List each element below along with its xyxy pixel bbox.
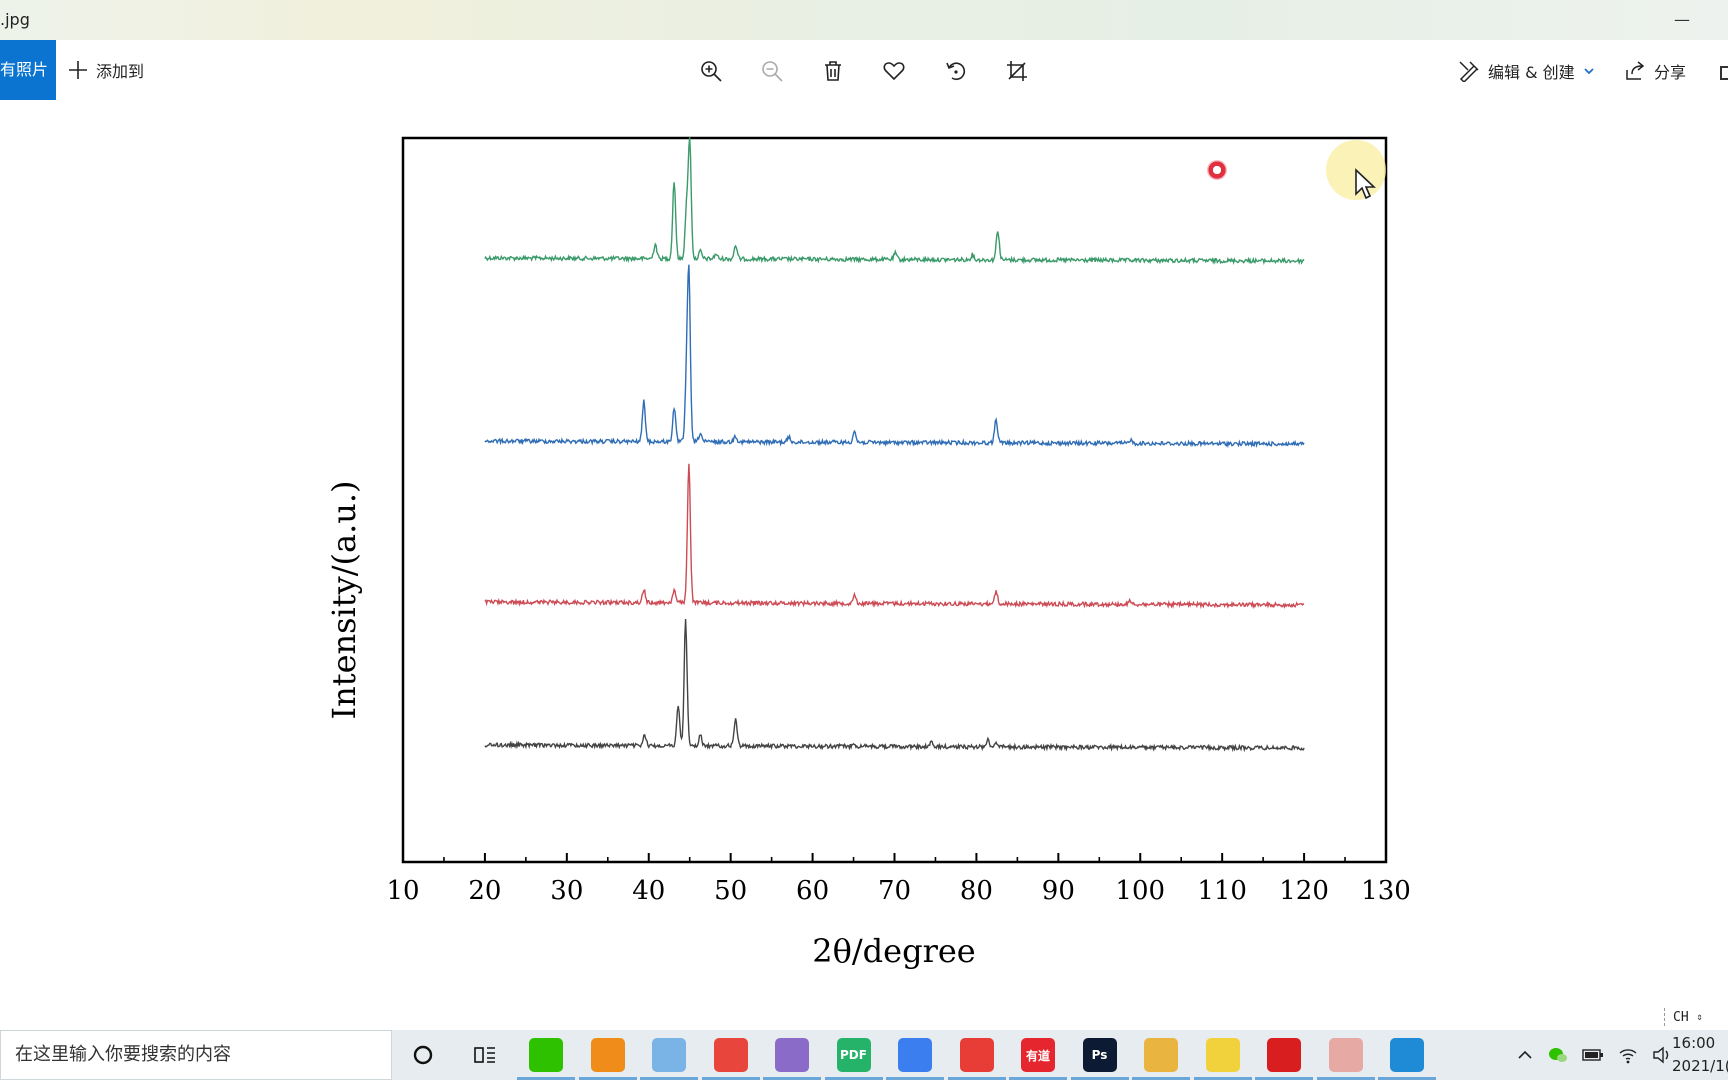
heart-icon bbox=[883, 62, 905, 81]
x-tick-label: 110 bbox=[1197, 876, 1247, 906]
favorite-button[interactable] bbox=[877, 54, 911, 88]
edit-create-icon bbox=[1459, 61, 1479, 82]
file-explorer-window-icon[interactable] bbox=[652, 1038, 686, 1072]
pdf-app-icon[interactable]: PDF bbox=[836, 1038, 871, 1072]
share-button[interactable]: 分享 bbox=[1624, 56, 1686, 86]
task-view-icon[interactable] bbox=[468, 1038, 502, 1072]
system-tray bbox=[1516, 1030, 1672, 1080]
ime-indicator[interactable]: CH ⇕ bbox=[1664, 1005, 1728, 1029]
cortana-icon[interactable] bbox=[406, 1038, 440, 1072]
share-label: 分享 bbox=[1654, 63, 1687, 82]
zoom-out-icon bbox=[762, 61, 783, 82]
series-line-2 bbox=[484, 463, 1305, 610]
image-viewer-canvas: 10 20 30 40 50 60 70 80 90 100 110 120 130 2θ/degree… bbox=[0, 100, 1728, 1030]
youdao-icon[interactable]: 有道 bbox=[1021, 1038, 1055, 1072]
clock-time: 16:00 bbox=[1672, 1034, 1716, 1052]
crop-button[interactable] bbox=[1000, 54, 1034, 88]
x-tick-label: 20 bbox=[468, 876, 501, 906]
record-indicator-icon bbox=[1207, 160, 1227, 180]
chrome-icon[interactable] bbox=[713, 1038, 748, 1072]
x-tick-label: 90 bbox=[1042, 876, 1075, 906]
zoom-out-button[interactable] bbox=[755, 54, 789, 88]
edit-create-label: 编辑 & 创建 bbox=[1488, 63, 1575, 82]
plus-icon bbox=[69, 61, 87, 79]
x-tick-label: 50 bbox=[714, 876, 747, 906]
x-tick-label: 60 bbox=[796, 876, 829, 906]
series-line-0 bbox=[484, 137, 1305, 266]
delete-button[interactable] bbox=[816, 54, 850, 88]
title-bar: .jpg — bbox=[0, 0, 1728, 40]
wechat-icon[interactable] bbox=[529, 1038, 563, 1072]
search-tool-icon[interactable] bbox=[590, 1038, 625, 1072]
xrd-chart: 10 20 30 40 50 60 70 80 90 100 110 120 130 2θ/degree… bbox=[325, 136, 1411, 970]
all-photos-button[interactable]: 有照片 bbox=[0, 40, 56, 100]
share-icon bbox=[1626, 61, 1645, 80]
chevron-down-icon bbox=[1584, 68, 1594, 75]
mouse-pointer-icon bbox=[1355, 168, 1376, 200]
x-tick-label: 10 bbox=[386, 876, 419, 906]
trash-icon bbox=[825, 61, 841, 81]
wifi-icon[interactable] bbox=[1618, 1046, 1638, 1064]
folder-icon[interactable] bbox=[1144, 1038, 1178, 1072]
zoom-in-icon bbox=[701, 61, 722, 82]
netease-music-icon[interactable] bbox=[959, 1038, 994, 1072]
rotate-button[interactable] bbox=[939, 54, 973, 88]
x-tick-label: 80 bbox=[960, 876, 993, 906]
ime-label: CH bbox=[1673, 1009, 1689, 1025]
ime-toggle-icon: ⇕ bbox=[1696, 1011, 1703, 1023]
taskbar-search-input[interactable]: 在这里输入你要搜索的内容 bbox=[0, 1030, 392, 1080]
plot-frame bbox=[401, 136, 1388, 864]
photos-app-icon[interactable] bbox=[1390, 1038, 1424, 1072]
all-photos-label: 有照片 bbox=[0, 60, 49, 79]
x-tick-label: 120 bbox=[1279, 876, 1329, 906]
zoom-in-button[interactable] bbox=[694, 54, 728, 88]
clock-date: 2021/1( bbox=[1672, 1057, 1728, 1075]
feishu-docs-icon[interactable] bbox=[898, 1038, 932, 1072]
minimize-button[interactable]: — bbox=[1664, 6, 1700, 34]
x-tick-label: 70 bbox=[878, 876, 911, 906]
taskbar-clock[interactable]: 16:00 2021/1( bbox=[1672, 1032, 1728, 1078]
volume-icon[interactable] bbox=[1652, 1046, 1672, 1064]
photoshop-icon[interactable]: Ps bbox=[1082, 1038, 1117, 1072]
x-axis-title: 2θ/degree bbox=[812, 932, 975, 970]
more-button-edge[interactable] bbox=[1720, 66, 1728, 80]
x-tick-label: 130 bbox=[1361, 876, 1411, 906]
x-tick-label: 30 bbox=[550, 876, 583, 906]
rotate-icon bbox=[946, 62, 966, 81]
avatar-app-icon[interactable] bbox=[1328, 1038, 1363, 1072]
taskbar: 在这里输入你要搜索的内容 PDF 有道 Ps 16:00 2021/1( bbox=[0, 1030, 1728, 1080]
chevron-up-icon[interactable] bbox=[1516, 1046, 1534, 1064]
series-line-1 bbox=[484, 264, 1305, 449]
search-placeholder: 在这里输入你要搜索的内容 bbox=[15, 1044, 231, 1065]
command-bar: 有照片 添加到 编辑 & 创建 分享 bbox=[0, 40, 1728, 100]
battery-icon[interactable] bbox=[1582, 1047, 1604, 1063]
y-axis-title: Intensity/(a.u.) bbox=[325, 480, 363, 719]
add-to-label: 添加到 bbox=[96, 62, 145, 81]
sticky-notes-icon[interactable] bbox=[1205, 1038, 1240, 1072]
crop-icon bbox=[1007, 61, 1027, 81]
divider bbox=[1664, 1008, 1665, 1026]
window-title: .jpg bbox=[0, 10, 30, 29]
series-line-3 bbox=[484, 618, 1305, 753]
wechat-tray-icon[interactable] bbox=[1548, 1046, 1568, 1064]
reader-app-icon[interactable] bbox=[775, 1038, 809, 1072]
x-tick-label: 100 bbox=[1115, 876, 1165, 906]
add-to-button[interactable]: 添加到 bbox=[68, 54, 144, 86]
edit-create-button[interactable]: 编辑 & 创建 bbox=[1458, 56, 1595, 86]
x-tick-label: 40 bbox=[632, 876, 665, 906]
screen-recorder-icon[interactable] bbox=[1267, 1038, 1301, 1072]
